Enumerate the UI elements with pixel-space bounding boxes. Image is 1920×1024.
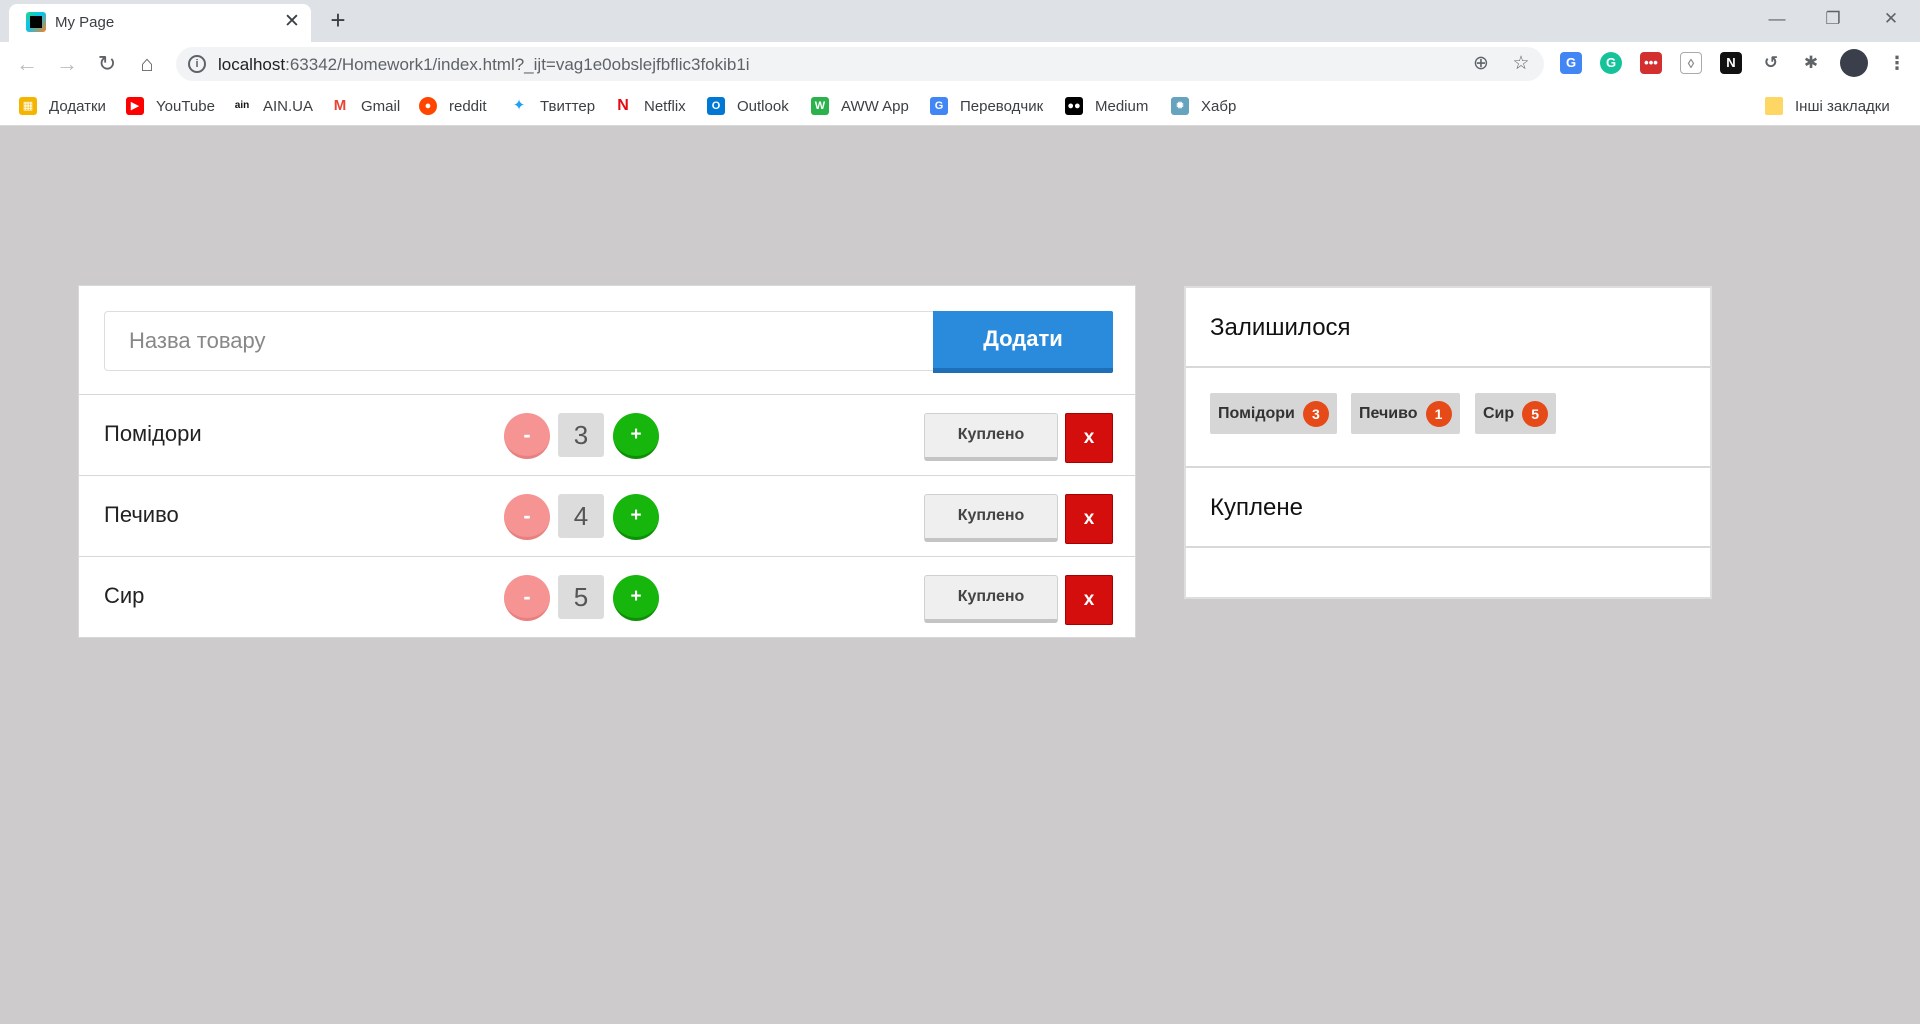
- folder-icon: [1765, 97, 1783, 115]
- shopping-list-panel: Додати Помідори - 3 + Куплено x Печиво -…: [78, 285, 1136, 638]
- bookmark-translate[interactable]: G Переводчик: [930, 94, 1043, 118]
- grammarly-extension-icon[interactable]: G: [1600, 52, 1622, 74]
- increase-button[interactable]: +: [613, 575, 659, 621]
- item-name: Помідори: [104, 421, 202, 446]
- increase-button[interactable]: +: [613, 413, 659, 459]
- add-button[interactable]: Додати: [933, 311, 1113, 373]
- notion-extension-icon[interactable]: N: [1720, 52, 1742, 74]
- remaining-chip: Сир 5: [1475, 393, 1557, 434]
- window-close-icon[interactable]: ✕: [1868, 4, 1914, 34]
- minimize-icon[interactable]: —: [1754, 4, 1800, 34]
- decrease-button[interactable]: -: [504, 494, 550, 540]
- back-icon[interactable]: ←: [14, 51, 40, 77]
- delete-button[interactable]: x: [1065, 413, 1113, 463]
- browser-menu-icon[interactable]: ⋮: [1886, 52, 1908, 74]
- quantity-value: 4: [558, 494, 604, 538]
- quantity-value: 3: [558, 413, 604, 457]
- reload-icon[interactable]: ↻: [94, 51, 120, 77]
- chip-label: Печиво: [1359, 404, 1418, 422]
- zoom-icon[interactable]: ⊕: [1470, 53, 1492, 75]
- summary-panel: Залишилося Помідори 3 Печиво 1 Сир 5 Куп…: [1184, 286, 1712, 599]
- twitter-icon: ✦: [510, 97, 528, 115]
- netflix-icon: N: [614, 97, 632, 115]
- bought-header: Куплене: [1186, 468, 1710, 548]
- apps-grid-icon: ▦: [19, 97, 37, 115]
- bookmark-netflix[interactable]: N Netflix: [614, 94, 686, 118]
- reddit-icon: ●: [419, 97, 437, 115]
- youtube-icon: ▶: [126, 97, 144, 115]
- habr-icon: ✹: [1171, 97, 1189, 115]
- bookmark-other-folder[interactable]: Інші закладки: [1765, 94, 1890, 118]
- quantity-value: 5: [558, 575, 604, 619]
- chip-count-badge: 1: [1425, 400, 1452, 427]
- remaining-header: Залишилося: [1186, 288, 1710, 368]
- add-item-row: Додати: [79, 286, 1135, 395]
- bought-title: Куплене: [1210, 494, 1303, 521]
- chip-count-badge: 3: [1302, 400, 1329, 427]
- chip-label: Помідори: [1218, 404, 1295, 422]
- remaining-chip: Печиво 1: [1351, 393, 1460, 434]
- remaining-chip: Помідори 3: [1210, 393, 1337, 434]
- delete-button[interactable]: x: [1065, 494, 1113, 544]
- url-text[interactable]: localhost:63342/Homework1/index.html?_ij…: [218, 55, 750, 75]
- decrease-button[interactable]: -: [504, 575, 550, 621]
- list-item: Сир - 5 + Куплено x: [79, 557, 1135, 638]
- lastpass-extension-icon[interactable]: •••: [1640, 52, 1662, 74]
- webstorm-favicon-icon: [26, 12, 46, 32]
- bookmark-outlook[interactable]: O Outlook: [707, 94, 789, 118]
- site-info-icon[interactable]: i: [188, 55, 206, 73]
- bookmark-twitter[interactable]: ✦ Твиттер: [510, 94, 595, 118]
- product-name-input[interactable]: [104, 311, 934, 371]
- chip-label: Сир: [1483, 404, 1515, 422]
- google-translate-extension-icon[interactable]: G: [1560, 52, 1582, 74]
- bookmarks-bar: ▦ Додатки ▶ YouTube ain AIN.UA M Gmail ●…: [0, 86, 1920, 126]
- bookmark-youtube[interactable]: ▶ YouTube: [126, 94, 215, 118]
- bookmark-star-icon[interactable]: ☆: [1510, 53, 1532, 75]
- profile-avatar[interactable]: [1840, 49, 1868, 77]
- browser-tab-bar: My Page ✕ + — ❐ ✕: [0, 0, 1920, 42]
- bought-button[interactable]: Куплено: [924, 575, 1058, 623]
- browser-tab[interactable]: My Page ✕: [9, 4, 311, 42]
- item-name: Печиво: [104, 502, 179, 527]
- bookmark-habr[interactable]: ✹ Хабр: [1171, 94, 1236, 118]
- remaining-items: Помідори 3 Печиво 1 Сир 5: [1186, 368, 1710, 468]
- outlook-icon: O: [707, 97, 725, 115]
- chip-count-badge: 5: [1522, 400, 1549, 427]
- bookmark-apps[interactable]: ▦ Додатки: [19, 94, 106, 118]
- home-icon[interactable]: ⌂: [134, 51, 160, 77]
- delete-button[interactable]: x: [1065, 575, 1113, 625]
- address-bar[interactable]: i localhost:63342/Homework1/index.html?_…: [176, 47, 1544, 81]
- bought-button[interactable]: Куплено: [924, 494, 1058, 542]
- bookmark-gmail[interactable]: M Gmail: [331, 94, 400, 118]
- list-item: Печиво - 4 + Куплено x: [79, 476, 1135, 557]
- aww-icon: W: [811, 97, 829, 115]
- shield-extension-icon[interactable]: ◊: [1680, 52, 1702, 74]
- list-item: Помідори - 3 + Куплено x: [79, 395, 1135, 476]
- translate-icon: G: [930, 97, 948, 115]
- increase-button[interactable]: +: [613, 494, 659, 540]
- bookmark-aww[interactable]: W AWW App: [811, 94, 909, 118]
- ain-icon: ain: [233, 97, 251, 115]
- extensions-puzzle-icon[interactable]: ✱: [1800, 52, 1822, 74]
- forward-icon[interactable]: →: [54, 51, 80, 77]
- history-extension-icon[interactable]: ↺: [1760, 52, 1782, 74]
- tab-title: My Page: [55, 14, 115, 31]
- bought-button[interactable]: Куплено: [924, 413, 1058, 461]
- item-name: Сир: [104, 583, 145, 608]
- tab-close-icon[interactable]: ✕: [281, 11, 303, 33]
- restore-icon[interactable]: ❐: [1810, 4, 1856, 34]
- bookmark-medium[interactable]: ●● Medium: [1065, 94, 1148, 118]
- bookmark-reddit[interactable]: ● reddit: [419, 94, 487, 118]
- medium-icon: ●●: [1065, 97, 1083, 115]
- new-tab-icon[interactable]: +: [324, 7, 352, 35]
- browser-toolbar: ← → ↻ ⌂ i localhost:63342/Homework1/inde…: [0, 42, 1920, 86]
- bought-items: [1186, 548, 1710, 597]
- remaining-title: Залишилося: [1210, 314, 1351, 341]
- decrease-button[interactable]: -: [504, 413, 550, 459]
- bookmark-ain[interactable]: ain AIN.UA: [233, 94, 313, 118]
- gmail-icon: M: [331, 97, 349, 115]
